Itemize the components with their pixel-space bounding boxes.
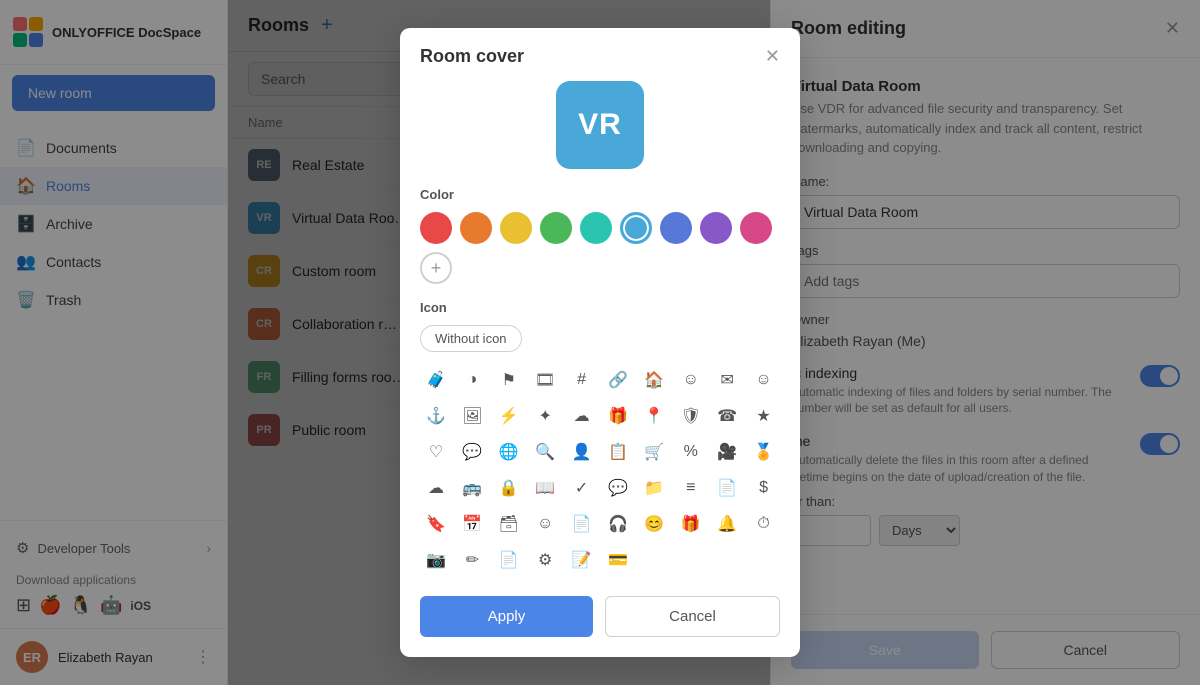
icon-cell-40[interactable]: 🔖 [420, 508, 452, 540]
icon-section-label: Icon [420, 300, 780, 315]
color-red[interactable] [420, 212, 452, 244]
modal-close-button[interactable]: ✕ [765, 46, 780, 67]
icon-cell-24[interactable]: 👤 [566, 436, 598, 468]
color-yellow[interactable] [500, 212, 532, 244]
icon-cell-30[interactable]: ☁ [420, 472, 452, 504]
icon-cell-37[interactable]: ≡ [675, 472, 707, 504]
icon-cell-38[interactable]: 📄 [711, 472, 743, 504]
icon-cell-45[interactable]: 🎧 [602, 508, 634, 540]
icon-cell-2[interactable]: ⚑ [493, 364, 525, 396]
icon-cell-43[interactable]: ☺ [529, 508, 561, 540]
icon-cell-52[interactable]: 📄 [493, 544, 525, 576]
icon-cell-21[interactable]: 💬 [456, 436, 488, 468]
modal-footer: Apply Cancel [400, 596, 800, 657]
icon-cell-31[interactable]: 🚌 [456, 472, 488, 504]
icon-cell-14[interactable]: ☁ [566, 400, 598, 432]
icon-cell-11[interactable]: 🖼 [456, 400, 488, 432]
icon-cell-55[interactable]: 💳 [602, 544, 634, 576]
icon-cell-3[interactable]: 🎞 [529, 364, 561, 396]
color-blue[interactable] [660, 212, 692, 244]
icon-cell-19[interactable]: ★ [748, 400, 780, 432]
icon-cell-18[interactable]: ☎ [711, 400, 743, 432]
icon-cell-41[interactable]: 📅 [456, 508, 488, 540]
color-section-label: Color [420, 187, 780, 202]
icon-cell-28[interactable]: 🎥 [711, 436, 743, 468]
icon-cell-42[interactable]: 🗃 [493, 508, 525, 540]
modal-title: Room cover [420, 46, 765, 67]
icon-cell-25[interactable]: 📋 [602, 436, 634, 468]
icon-cell-39[interactable]: $ [748, 472, 780, 504]
apply-button[interactable]: Apply [420, 596, 593, 637]
icon-cell-35[interactable]: 💬 [602, 472, 634, 504]
color-purple[interactable] [700, 212, 732, 244]
icon-cell-53[interactable]: ⚙ [529, 544, 561, 576]
icon-cell-16[interactable]: 📍 [638, 400, 670, 432]
icon-cell-33[interactable]: 📖 [529, 472, 561, 504]
icon-cell-47[interactable]: 🎁 [675, 508, 707, 540]
modal-body: VR Color + Icon Without icon 🧳◑⚑🎞#🔗🏠☺✉☺⚓… [400, 81, 800, 596]
icon-cell-49[interactable]: ⏱ [748, 508, 780, 540]
icon-cell-46[interactable]: 😊 [638, 508, 670, 540]
icon-cell-6[interactable]: 🏠 [638, 364, 670, 396]
modal-backdrop[interactable]: Room cover ✕ VR Color + Icon Without ico… [0, 0, 1200, 685]
icon-cell-36[interactable]: 📁 [638, 472, 670, 504]
color-orange[interactable] [460, 212, 492, 244]
icon-cell-10[interactable]: ⚓ [420, 400, 452, 432]
icon-cell-23[interactable]: 🔍 [529, 436, 561, 468]
room-preview: VR [556, 81, 644, 169]
icon-cell-54[interactable]: 📝 [566, 544, 598, 576]
color-light-blue[interactable] [620, 212, 652, 244]
icon-cell-4[interactable]: # [566, 364, 598, 396]
icon-cell-51[interactable]: ✏ [456, 544, 488, 576]
room-cover-modal: Room cover ✕ VR Color + Icon Without ico… [400, 28, 800, 657]
icon-cell-20[interactable]: ♡ [420, 436, 452, 468]
icon-cell-15[interactable]: 🎁 [602, 400, 634, 432]
icon-cell-13[interactable]: ✦ [529, 400, 561, 432]
icon-cell-50[interactable]: 📷 [420, 544, 452, 576]
icon-cell-17[interactable]: 🛡 [675, 400, 707, 432]
icon-cell-22[interactable]: 🌐 [493, 436, 525, 468]
preview-text: VR [578, 108, 622, 142]
cancel-modal-button[interactable]: Cancel [605, 596, 780, 637]
preview-area: VR [420, 81, 780, 169]
icon-cell-0[interactable]: 🧳 [420, 364, 452, 396]
icon-cell-1[interactable]: ◑ [456, 364, 488, 396]
icon-cell-26[interactable]: 🛒 [638, 436, 670, 468]
icon-cell-48[interactable]: 🔔 [711, 508, 743, 540]
icon-cell-8[interactable]: ✉ [711, 364, 743, 396]
add-color-button[interactable]: + [420, 252, 452, 284]
color-pink[interactable] [740, 212, 772, 244]
color-row: + [420, 212, 780, 284]
icon-cell-5[interactable]: 🔗 [602, 364, 634, 396]
icon-cell-32[interactable]: 🔒 [493, 472, 525, 504]
icon-cell-9[interactable]: ☺ [748, 364, 780, 396]
modal-header: Room cover ✕ [400, 28, 800, 81]
color-green[interactable] [540, 212, 572, 244]
icon-cell-29[interactable]: 🏅 [748, 436, 780, 468]
icon-cell-34[interactable]: ✓ [566, 472, 598, 504]
without-icon-button[interactable]: Without icon [420, 325, 522, 352]
icon-cell-27[interactable]: % [675, 436, 707, 468]
icon-grid: 🧳◑⚑🎞#🔗🏠☺✉☺⚓🖼⚡✦☁🎁📍🛡☎★♡💬🌐🔍👤📋🛒%🎥🏅☁🚌🔒📖✓💬📁≡📄$… [420, 364, 780, 576]
color-teal[interactable] [580, 212, 612, 244]
icon-cell-44[interactable]: 📄 [566, 508, 598, 540]
icon-cell-12[interactable]: ⚡ [493, 400, 525, 432]
icon-cell-7[interactable]: ☺ [675, 364, 707, 396]
